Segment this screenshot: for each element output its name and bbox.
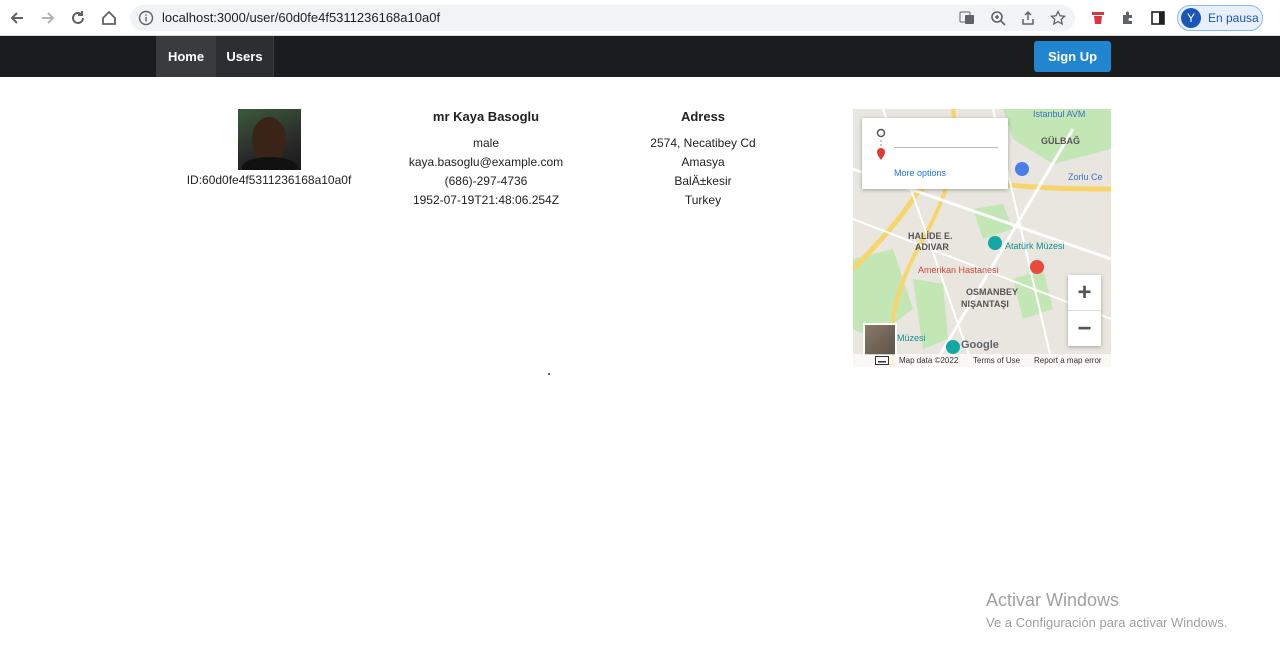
google-logo: Google — [961, 339, 999, 351]
directions-card: More options — [862, 118, 1008, 189]
forward-icon[interactable] — [36, 6, 60, 30]
extension-shield-icon[interactable] — [1088, 8, 1108, 28]
user-dob: 1952-07-19T21:48:06.254Z — [412, 193, 560, 207]
signup-button[interactable]: Sign Up — [1034, 41, 1111, 72]
google-map[interactable]: Istanbul AVM GÜLBAĞ Zorlu Ce HALİDE E. A… — [853, 109, 1111, 367]
address-bar[interactable]: localhost:3000/user/60d0fe4f5311236168a1… — [130, 5, 1075, 31]
satellite-toggle[interactable] — [863, 323, 897, 357]
nav-home-link[interactable]: Home — [156, 36, 216, 77]
address-country: Turkey — [684, 193, 722, 207]
windows-activation-watermark: Activar Windows Ve a Configuración para … — [986, 590, 1227, 630]
map-label-osmanbey: OSMANBEY — [966, 287, 1019, 297]
user-details-column: mr Kaya Basoglu male kaya.basoglu@exampl… — [386, 107, 586, 210]
map-label-ataturk: Atatürk Müzesi — [1005, 241, 1065, 251]
address-column: Adress 2574, Necatibey Cd Amasya BalÄ±ke… — [603, 107, 803, 210]
watermark-line-2: Ve a Configuración para activar Windows. — [986, 615, 1228, 630]
nav-users-link[interactable]: Users — [216, 36, 274, 77]
address-city: Amasya — [681, 155, 725, 169]
site-info-icon[interactable] — [138, 10, 154, 31]
map-label-amerikan: Amerikan Hastanesi — [918, 265, 999, 275]
user-avatar-column: ID:60d0fe4f5311236168a10a0f — [170, 109, 368, 190]
user-name: mr Kaya Basoglu — [432, 109, 540, 124]
map-data-text: Map data ©2022 — [899, 356, 959, 365]
address-street: 2574, Necatibey Cd — [650, 136, 756, 150]
user-id: ID:60d0fe4f5311236168a10a0f — [186, 173, 352, 187]
bookmark-star-icon[interactable] — [1049, 9, 1067, 26]
map-label-nisantasi: NIŞANTAŞI — [961, 299, 1009, 309]
translate-icon[interactable] — [959, 10, 975, 26]
watermark-line-1: Activar Windows — [986, 590, 1120, 610]
map-footer: Map data ©2022 Terms of Use Report a map… — [853, 354, 1111, 367]
zoom-out-button[interactable]: − — [1068, 311, 1101, 346]
more-options-link[interactable]: More options — [894, 168, 946, 178]
app-navbar: Home Users Sign Up — [0, 36, 1280, 77]
home-icon[interactable] — [97, 6, 121, 30]
user-phone: (686)-297-4736 — [444, 174, 528, 188]
extensions-puzzle-icon[interactable] — [1118, 8, 1138, 28]
map-label-zorlu: Zorlu Ce — [1068, 172, 1103, 182]
profile-button[interactable]: Y En pausa — [1177, 5, 1263, 31]
back-icon[interactable] — [5, 6, 29, 30]
address-state: BalÄ±kesir — [674, 174, 732, 188]
report-error-link[interactable]: Report a map error — [1034, 356, 1102, 365]
share-icon[interactable] — [1020, 10, 1036, 26]
user-email: kaya.basoglu@example.com — [408, 155, 564, 169]
user-avatar — [237, 109, 301, 170]
stray-dot — [548, 373, 550, 375]
map-label-istanbul-avm: Istanbul AVM — [1033, 109, 1086, 119]
destination-line — [894, 147, 998, 148]
map-label-gulbag: GÜLBAĞ — [1041, 136, 1080, 146]
url-text[interactable]: localhost:3000/user/60d0fe4f5311236168a1… — [162, 10, 440, 25]
user-gender: male — [472, 136, 499, 150]
map-label-muzesi: Müzesi — [897, 333, 926, 343]
profile-status: En pausa — [1208, 11, 1259, 25]
zoom-controls: + − — [1068, 275, 1101, 346]
zoom-icon[interactable] — [990, 10, 1006, 26]
route-pin-icon — [876, 128, 886, 160]
keyboard-icon[interactable] — [875, 356, 889, 367]
zoom-in-button[interactable]: + — [1068, 275, 1101, 310]
terms-link[interactable]: Terms of Use — [973, 356, 1020, 365]
map-label-adivar: ADIVAR — [915, 242, 949, 252]
browser-toolbar: localhost:3000/user/60d0fe4f5311236168a1… — [0, 0, 1280, 36]
side-panel-icon[interactable] — [1148, 8, 1168, 28]
profile-avatar: Y — [1181, 8, 1201, 28]
address-title: Adress — [680, 109, 726, 124]
map-label-halide: HALİDE E. — [908, 231, 953, 241]
reload-icon[interactable] — [66, 6, 90, 30]
